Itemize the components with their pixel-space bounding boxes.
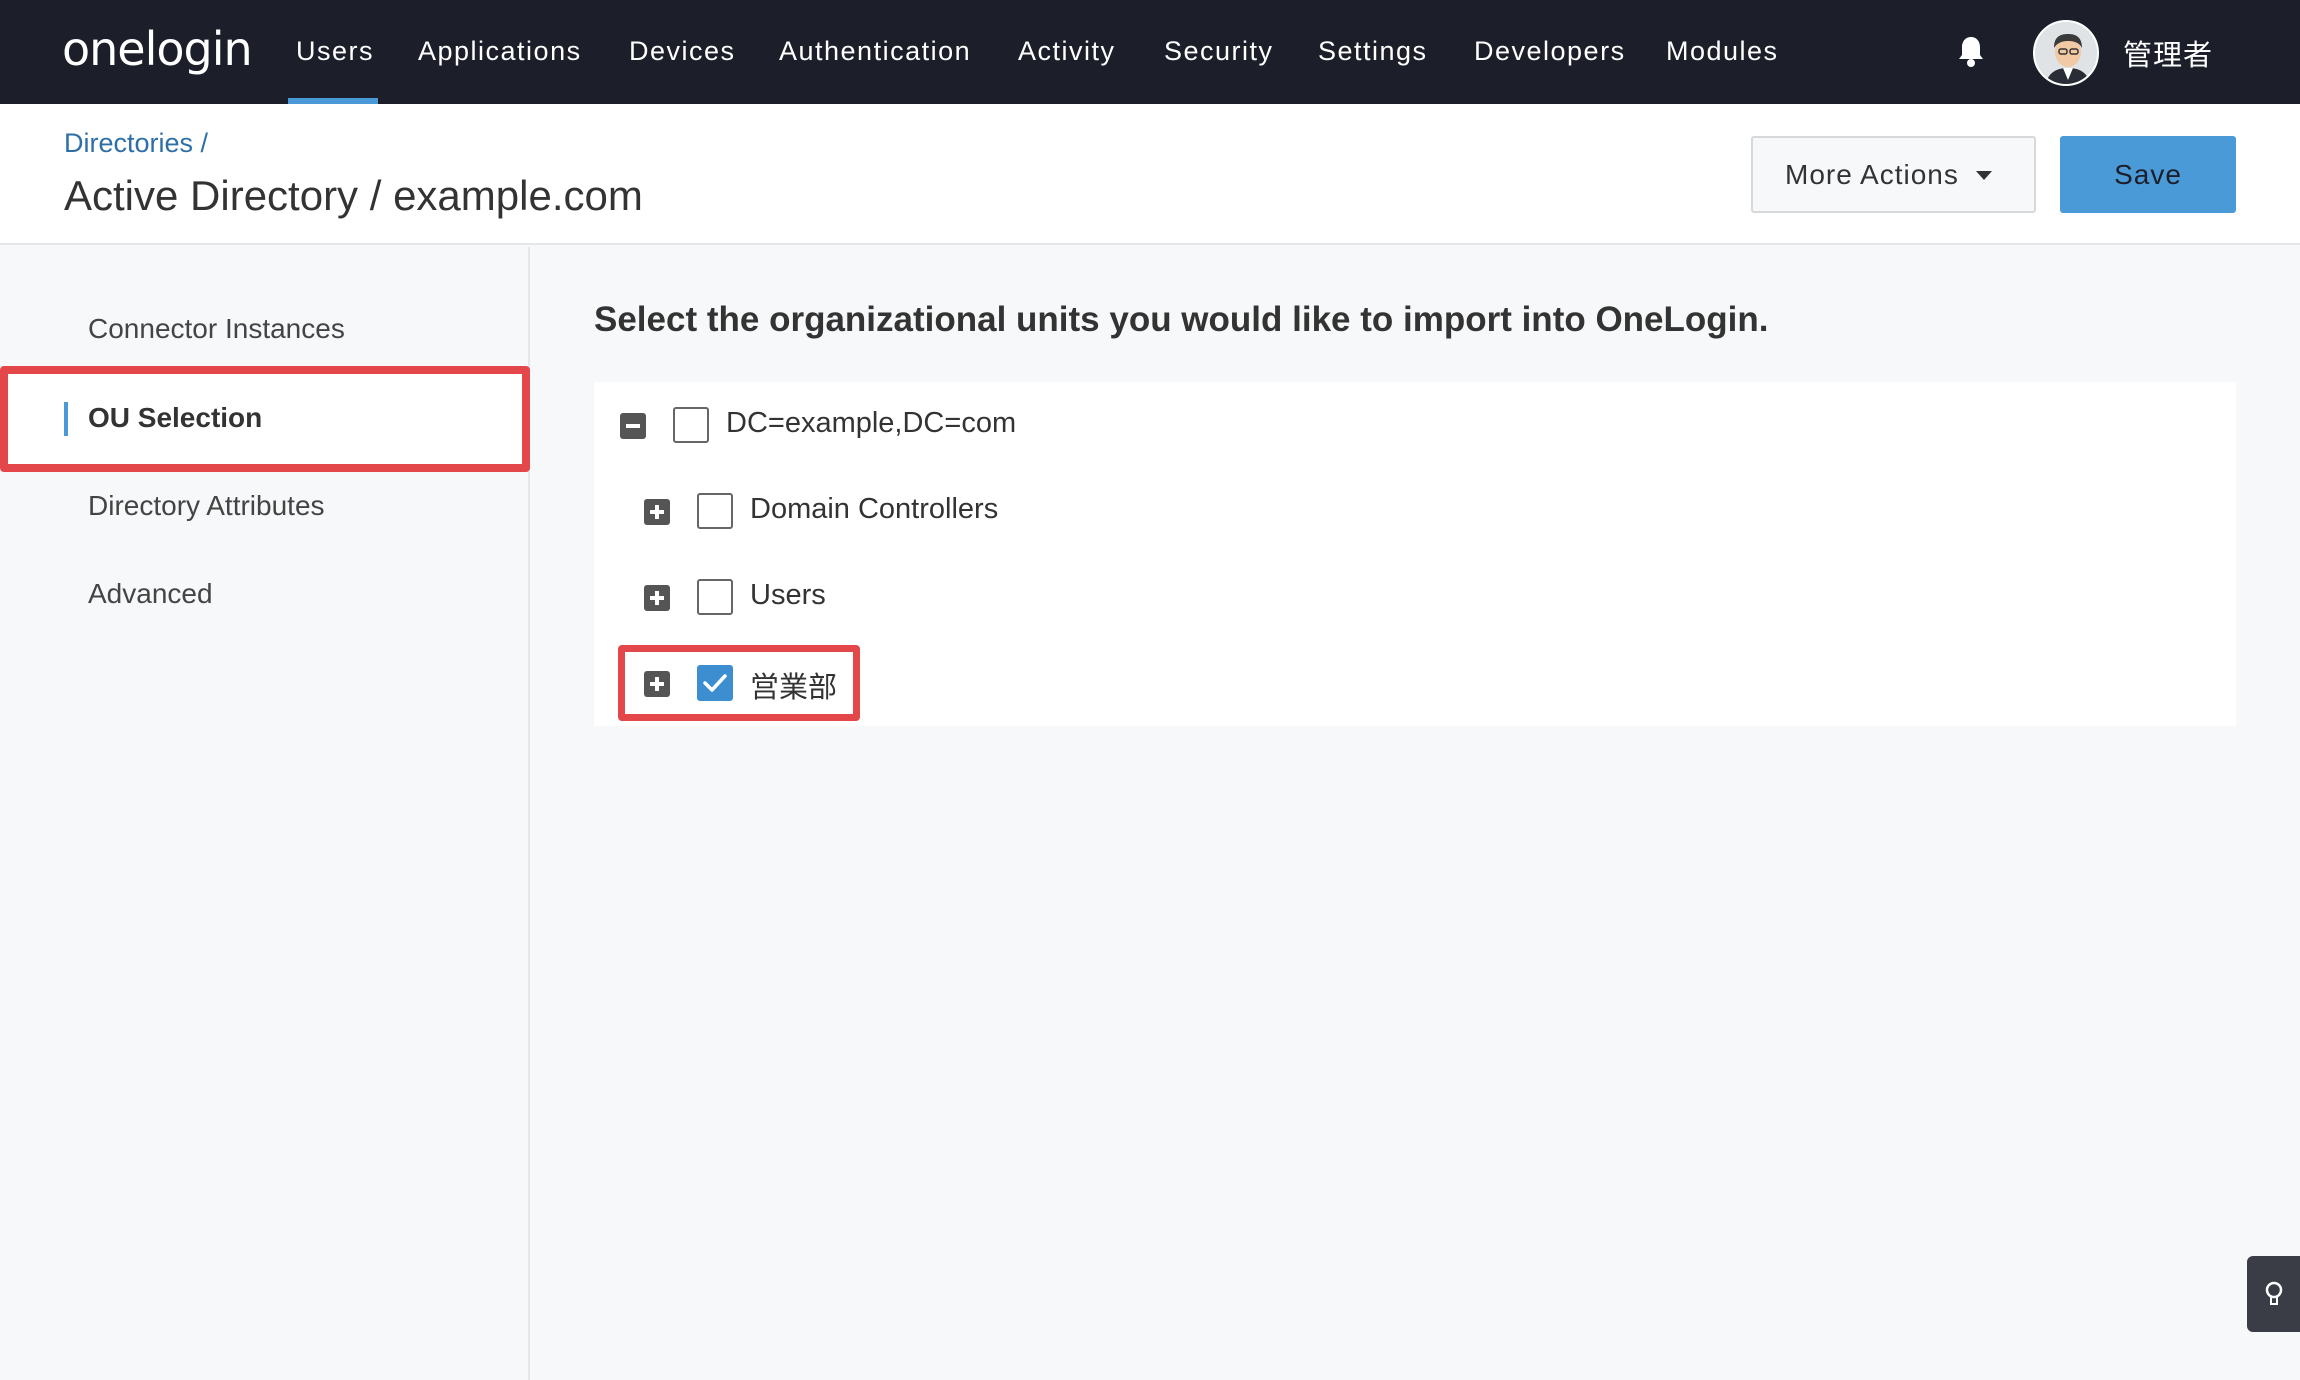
page-header: Directories / Active Directory / example… xyxy=(0,104,2300,245)
nav-settings[interactable]: Settings xyxy=(1318,36,1428,67)
more-actions-label: More Actions xyxy=(1785,158,1959,190)
sidebar-active-indicator xyxy=(64,402,68,436)
nav-applications[interactable]: Applications xyxy=(418,36,582,67)
sidebar-item-directory-attributes[interactable]: Directory Attributes xyxy=(88,490,325,522)
ou-checkbox-root[interactable] xyxy=(673,407,709,443)
nav-security[interactable]: Security xyxy=(1164,36,1274,67)
main-heading: Select the organizational units you woul… xyxy=(594,300,1769,339)
ou-label-domain-controllers: Domain Controllers xyxy=(750,493,999,525)
nav-authentication[interactable]: Authentication xyxy=(779,36,971,67)
more-actions-button[interactable]: More Actions xyxy=(1751,136,2036,213)
caret-down-icon xyxy=(1976,171,1992,180)
nav-users[interactable]: Users xyxy=(296,36,374,67)
ou-checkbox-sales[interactable] xyxy=(697,665,733,701)
user-name[interactable]: 管理者 xyxy=(2123,32,2213,74)
save-button[interactable]: Save xyxy=(2060,136,2236,213)
nav-devices[interactable]: Devices xyxy=(629,36,736,67)
lightbulb-icon xyxy=(2265,1281,2283,1305)
breadcrumb-directories[interactable]: Directories / xyxy=(64,128,208,159)
help-button[interactable] xyxy=(2247,1256,2300,1332)
bell-icon[interactable] xyxy=(1956,35,1986,72)
ou-label-root: DC=example,DC=com xyxy=(726,407,1017,439)
sidebar-item-advanced[interactable]: Advanced xyxy=(88,578,213,610)
expand-icon[interactable] xyxy=(644,585,670,611)
ou-label-users: Users xyxy=(750,579,826,611)
sidebar-item-ou-selection[interactable]: OU Selection xyxy=(88,402,262,434)
expand-icon[interactable] xyxy=(644,499,670,525)
expand-icon[interactable] xyxy=(644,671,670,697)
checkmark-icon xyxy=(703,674,727,692)
top-navigation: onelogin Users Applications Devices Auth… xyxy=(0,0,2300,104)
avatar[interactable] xyxy=(2033,20,2099,86)
nav-activity[interactable]: Activity xyxy=(1018,36,1116,67)
highlight-box-ou-selection xyxy=(0,366,530,472)
ou-checkbox-domain-controllers[interactable] xyxy=(697,493,733,529)
ou-checkbox-users[interactable] xyxy=(697,579,733,615)
ou-label-sales: 営業部 xyxy=(750,672,838,704)
nav-developers[interactable]: Developers xyxy=(1474,36,1626,67)
collapse-icon[interactable] xyxy=(620,413,646,439)
sidebar-item-connector-instances[interactable]: Connector Instances xyxy=(88,313,345,345)
nav-modules[interactable]: Modules xyxy=(1666,36,1779,67)
page-title: Active Directory / example.com xyxy=(64,172,643,219)
onelogin-logo[interactable]: onelogin xyxy=(62,22,253,76)
